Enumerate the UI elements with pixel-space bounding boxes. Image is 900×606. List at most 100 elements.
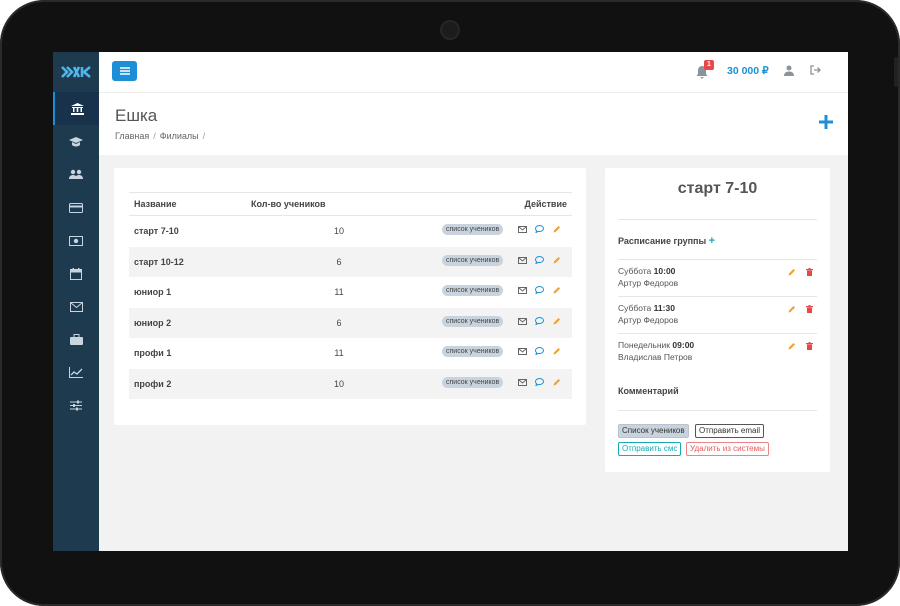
sidebar-item-payments[interactable] (53, 191, 99, 224)
send-email-button[interactable]: Отправить email (695, 424, 765, 438)
send-email-action[interactable] (518, 317, 527, 327)
app-logo[interactable] (53, 52, 99, 92)
sidebar-item-finance[interactable] (53, 224, 99, 257)
menu-toggle-button[interactable] (112, 61, 137, 81)
schedule-section-title: Расписание группы + (618, 235, 715, 247)
pencil-icon (553, 378, 560, 385)
schedule-time: 09:00 (672, 340, 695, 350)
divider (618, 410, 817, 411)
group-name[interactable]: профи 1 (134, 348, 171, 358)
table-row[interactable]: старт 7-10 10 список учеников (129, 216, 572, 247)
pencil-icon (788, 306, 795, 313)
schedule-day: Понедельник (618, 340, 671, 350)
sidebar-item-courses[interactable] (53, 125, 99, 158)
edit-group-action[interactable] (553, 378, 561, 388)
column-header-action: Действие (524, 199, 567, 209)
send-message-action[interactable] (534, 255, 545, 266)
table-row[interactable]: старт 10-12 6 список учеников (129, 246, 572, 277)
delete-schedule-action[interactable] (806, 342, 813, 352)
envelope-icon (518, 348, 527, 355)
send-email-action[interactable] (518, 347, 527, 357)
edit-group-action[interactable] (553, 225, 561, 235)
sidebar-item-statistics[interactable] (53, 356, 99, 389)
logo-mark-icon (61, 66, 91, 78)
send-message-action[interactable] (534, 346, 545, 357)
sidebar-item-calendar[interactable] (53, 257, 99, 290)
envelope-icon (518, 317, 527, 325)
divider (618, 296, 817, 297)
student-count: 11 (334, 348, 344, 358)
table-row[interactable]: юниор 1 11 список учеников (129, 277, 572, 308)
students-list-button[interactable]: Список учеников (618, 424, 689, 438)
trash-icon (806, 342, 813, 350)
group-name[interactable]: юниор 1 (134, 287, 171, 297)
students-list-tag[interactable]: список учеников (442, 376, 504, 388)
breadcrumb: Главная / Филиалы / (115, 131, 209, 141)
sidebar-item-branches[interactable] (53, 92, 99, 125)
group-name[interactable]: профи 2 (134, 379, 171, 389)
edit-group-action[interactable] (553, 317, 561, 327)
send-message-action[interactable] (534, 316, 545, 327)
logout-icon[interactable] (810, 65, 821, 75)
delete-schedule-action[interactable] (806, 268, 813, 278)
pencil-icon (553, 348, 560, 355)
divider (618, 259, 817, 260)
edit-group-action[interactable] (553, 256, 561, 266)
user-icon[interactable] (784, 65, 794, 76)
add-schedule-icon[interactable]: + (709, 235, 715, 247)
breadcrumb-branches[interactable]: Филиалы (160, 131, 199, 141)
students-list-tag[interactable]: список учеников (442, 254, 504, 266)
students-list-tag[interactable]: список учеников (442, 315, 504, 327)
credit-card-icon (69, 202, 83, 213)
edit-schedule-action[interactable] (788, 305, 796, 315)
envelope-icon (518, 287, 527, 294)
breadcrumb-home[interactable]: Главная (115, 131, 149, 141)
students-list-tag[interactable]: список учеников (442, 285, 504, 296)
table-row[interactable]: юниор 2 6 список учеников (129, 307, 572, 338)
send-message-action[interactable] (534, 377, 545, 388)
student-count: 6 (336, 256, 342, 267)
schedule-item: Суббота 10:00 Артур Федоров (618, 265, 817, 289)
students-list-tag[interactable]: список учеников (442, 346, 504, 357)
group-name[interactable]: старт 7-10 (134, 226, 179, 236)
group-name[interactable]: старт 10-12 (134, 257, 184, 267)
student-count: 6 (336, 317, 342, 328)
schedule-actions (788, 304, 813, 316)
sidebar-item-settings[interactable] (53, 389, 99, 422)
sidebar-item-mail[interactable] (53, 290, 99, 323)
send-email-action[interactable] (518, 378, 527, 388)
table-row[interactable]: профи 1 11 список учеников (129, 338, 572, 369)
edit-schedule-action[interactable] (788, 342, 796, 352)
envelope-icon (518, 256, 527, 264)
comment-icon (534, 346, 545, 356)
send-message-action[interactable] (534, 224, 545, 235)
student-count: 10 (333, 378, 344, 389)
send-message-action[interactable] (534, 285, 545, 296)
column-header-name: Название (134, 199, 177, 209)
sidebar-item-students[interactable] (53, 158, 99, 191)
schedule-time: 11:30 (653, 303, 675, 313)
pencil-icon (788, 343, 795, 350)
calendar-icon (70, 267, 82, 280)
edit-group-action[interactable] (553, 347, 561, 357)
schedule-actions (788, 267, 813, 279)
edit-group-action[interactable] (553, 286, 561, 296)
delete-from-system-button[interactable]: Удалить из системы (686, 442, 769, 456)
send-email-action[interactable] (518, 286, 527, 296)
send-email-action[interactable] (518, 225, 527, 235)
money-icon (69, 235, 83, 246)
students-list-tag[interactable]: список учеников (442, 224, 504, 235)
send-sms-button[interactable]: Отправить смс (618, 442, 682, 456)
comment-icon (534, 224, 545, 234)
edit-schedule-action[interactable] (788, 268, 796, 278)
table-row[interactable]: профи 2 10 список учеников (129, 368, 572, 399)
sidebar-item-jobs[interactable] (53, 323, 99, 356)
add-plus-icon[interactable] (819, 115, 833, 129)
pencil-icon (553, 317, 560, 324)
hamburger-icon (119, 67, 130, 75)
group-name[interactable]: юниор 2 (134, 318, 171, 328)
send-email-action[interactable] (518, 256, 527, 266)
delete-schedule-action[interactable] (806, 305, 813, 315)
account-balance[interactable]: 30 000 ₽ (727, 65, 769, 77)
breadcrumb-separator: / (153, 131, 156, 141)
